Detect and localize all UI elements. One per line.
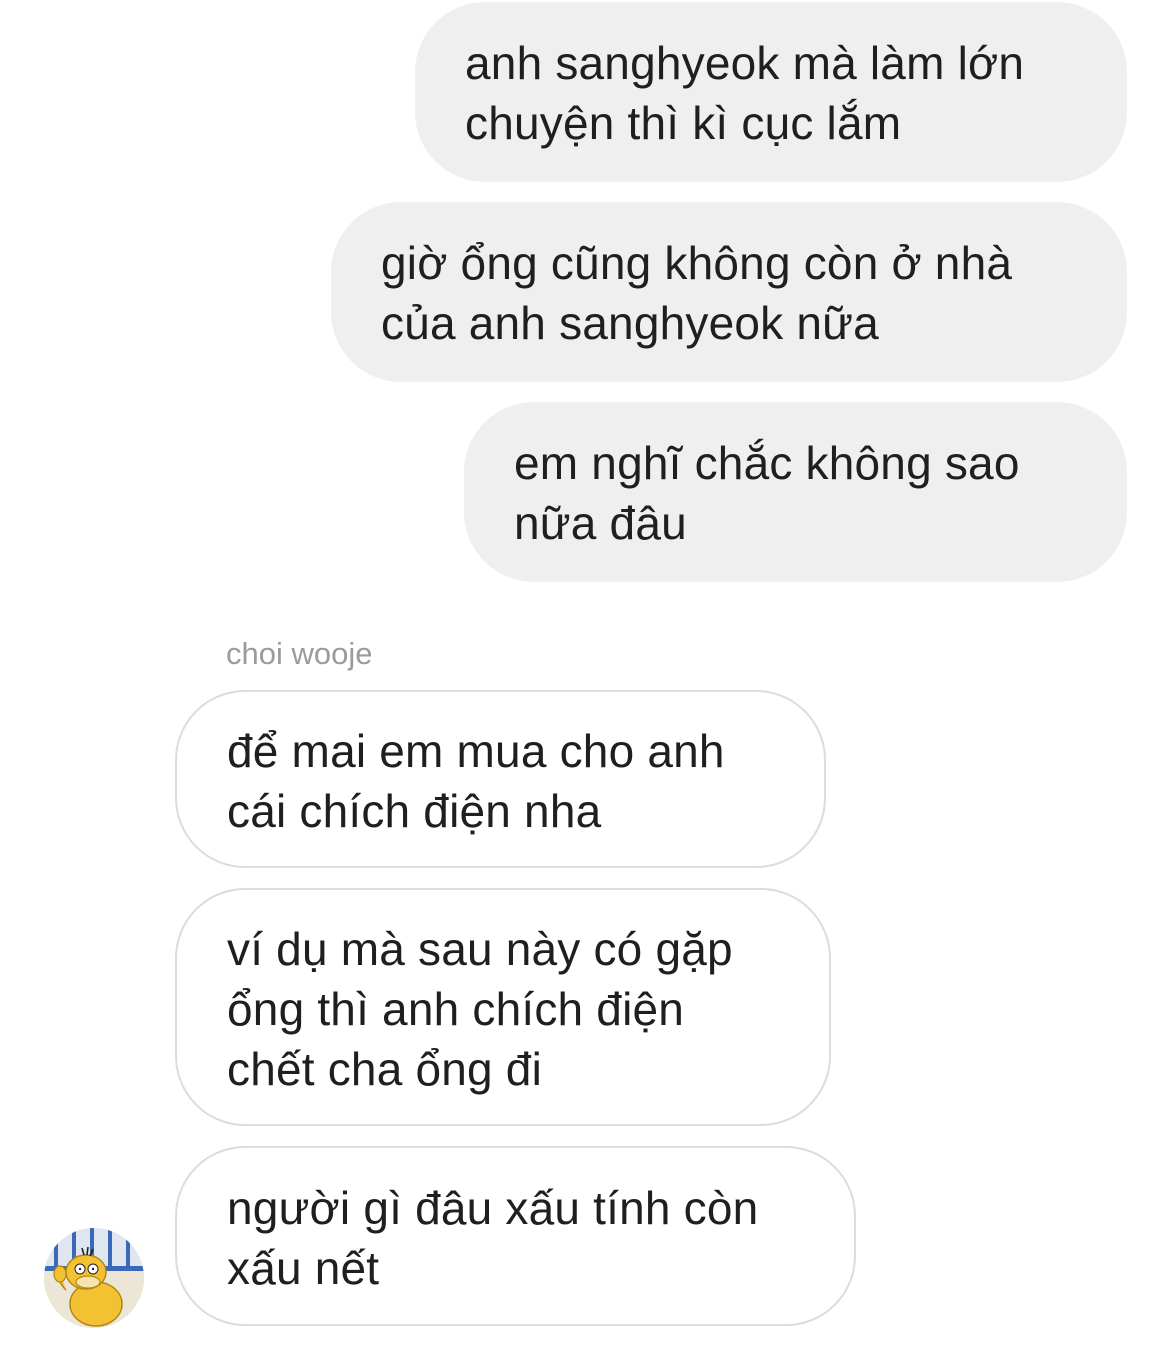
incoming-message-bubble[interactable]: để mai em mua cho anh cái chích điện nha xyxy=(175,690,826,868)
incoming-message-bubble[interactable]: ví dụ mà sau này có gặp ổng thì anh chíc… xyxy=(175,888,831,1126)
psyduck-avatar-icon[interactable] xyxy=(44,1228,144,1328)
message-text: em nghĩ chắc không sao nữa đâu xyxy=(514,437,1020,549)
sender-name: choi wooje xyxy=(226,636,373,671)
message-text: người gì đâu xấu tính còn xấu nết xyxy=(227,1182,759,1294)
message-text: giờ ổng cũng không còn ở nhà của anh san… xyxy=(381,237,1013,349)
message-text: ví dụ mà sau này có gặp ổng thì anh chíc… xyxy=(227,923,733,1095)
outgoing-message-bubble[interactable]: em nghĩ chắc không sao nữa đâu xyxy=(464,402,1127,582)
outgoing-message-bubble[interactable]: anh sanghyeok mà làm lớn chuyện thì kì c… xyxy=(415,2,1127,182)
outgoing-message-bubble[interactable]: giờ ổng cũng không còn ở nhà của anh san… xyxy=(331,202,1127,382)
incoming-message-bubble[interactable]: người gì đâu xấu tính còn xấu nết xyxy=(175,1146,856,1326)
message-text: để mai em mua cho anh cái chích điện nha xyxy=(227,725,725,837)
message-text: anh sanghyeok mà làm lớn chuyện thì kì c… xyxy=(465,37,1025,149)
